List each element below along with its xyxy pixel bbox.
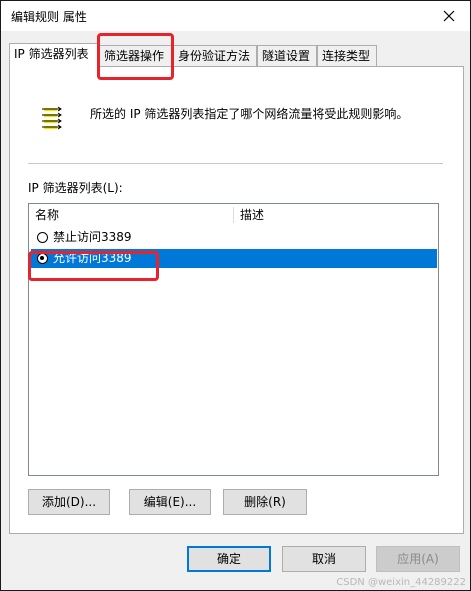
radio-button[interactable] xyxy=(37,232,48,243)
ok-button[interactable]: 确定 xyxy=(187,546,271,572)
tab-tunnel-settings[interactable]: 隧道设置 xyxy=(257,45,317,67)
radio-button-checked[interactable] xyxy=(37,253,48,264)
properties-dialog: 编辑规则 属性 IP 筛选器列表 筛选器操作 身份验证方法 隧道设置 连接类型 … xyxy=(0,0,471,591)
cancel-button[interactable]: 取消 xyxy=(282,546,366,572)
column-header-name[interactable]: 名称 xyxy=(29,204,233,226)
table-row[interactable]: 禁止访问3389 xyxy=(31,228,437,247)
window-title: 编辑规则 属性 xyxy=(11,10,87,24)
tab-ip-filter-list[interactable]: IP 筛选器列表 xyxy=(9,43,99,68)
delete-button[interactable]: 删除(R) xyxy=(223,489,307,515)
add-button[interactable]: 添加(D)... xyxy=(28,489,110,515)
separator xyxy=(28,163,443,164)
tab-panel: 所选的 IP 筛选器列表指定了哪个网络流量将受此规则影响。 IP 筛选器列表(L… xyxy=(9,66,464,534)
filter-list-icon xyxy=(42,106,62,130)
tab-authentication-methods[interactable]: 身份验证方法 xyxy=(173,45,257,67)
tab-strip: IP 筛选器列表 筛选器操作 身份验证方法 隧道设置 连接类型 xyxy=(9,43,465,68)
close-button[interactable] xyxy=(434,4,464,28)
tab-filter-action[interactable]: 筛选器操作 xyxy=(99,45,173,67)
filter-list-label: IP 筛选器列表(L): xyxy=(28,181,123,195)
filter-listview[interactable]: 名称 描述 禁止访问3389 允许访问3389 xyxy=(28,203,439,476)
row-name: 禁止访问3389 xyxy=(53,230,132,244)
table-row-selected[interactable]: 允许访问3389 xyxy=(31,249,437,268)
info-description: 所选的 IP 筛选器列表指定了哪个网络流量将受此规则影响。 xyxy=(90,107,409,121)
close-icon xyxy=(443,10,455,22)
title-bar: 编辑规则 属性 xyxy=(1,1,470,31)
tab-connection-type[interactable]: 连接类型 xyxy=(317,45,377,67)
watermark: CSDN @weixin_44289222 xyxy=(336,577,466,588)
edit-button[interactable]: 编辑(E)... xyxy=(129,489,211,515)
column-header-description[interactable]: 描述 xyxy=(234,204,434,226)
row-name: 允许访问3389 xyxy=(53,251,132,265)
apply-button[interactable]: 应用(A) xyxy=(376,546,460,572)
